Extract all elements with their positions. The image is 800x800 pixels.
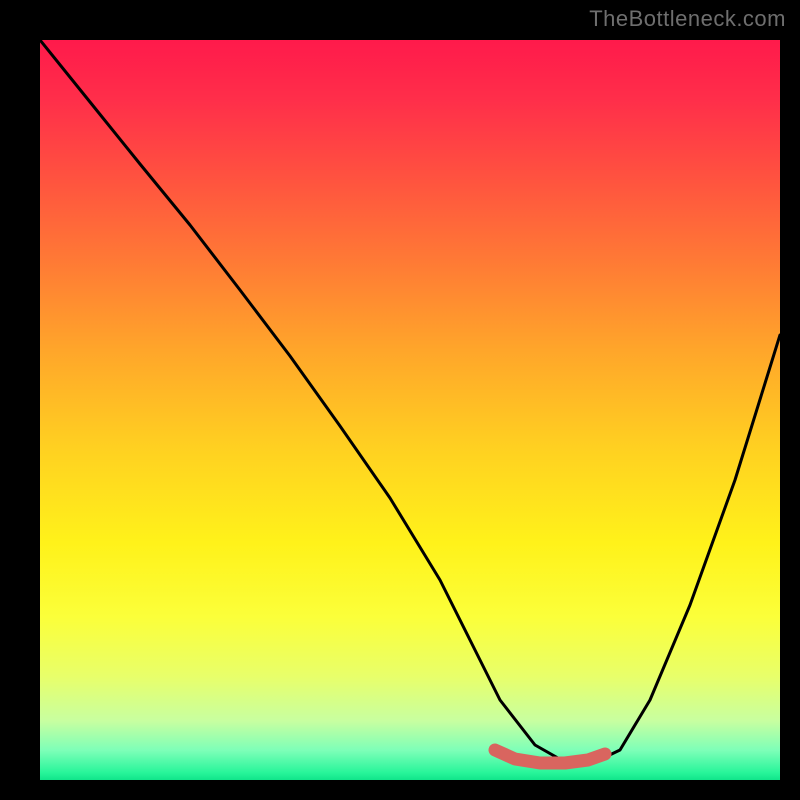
plot-area	[40, 40, 780, 780]
chart-svg	[40, 40, 780, 780]
chart-frame: TheBottleneck.com	[0, 0, 800, 800]
bottleneck-curve	[40, 40, 780, 762]
watermark-text: TheBottleneck.com	[589, 6, 786, 32]
